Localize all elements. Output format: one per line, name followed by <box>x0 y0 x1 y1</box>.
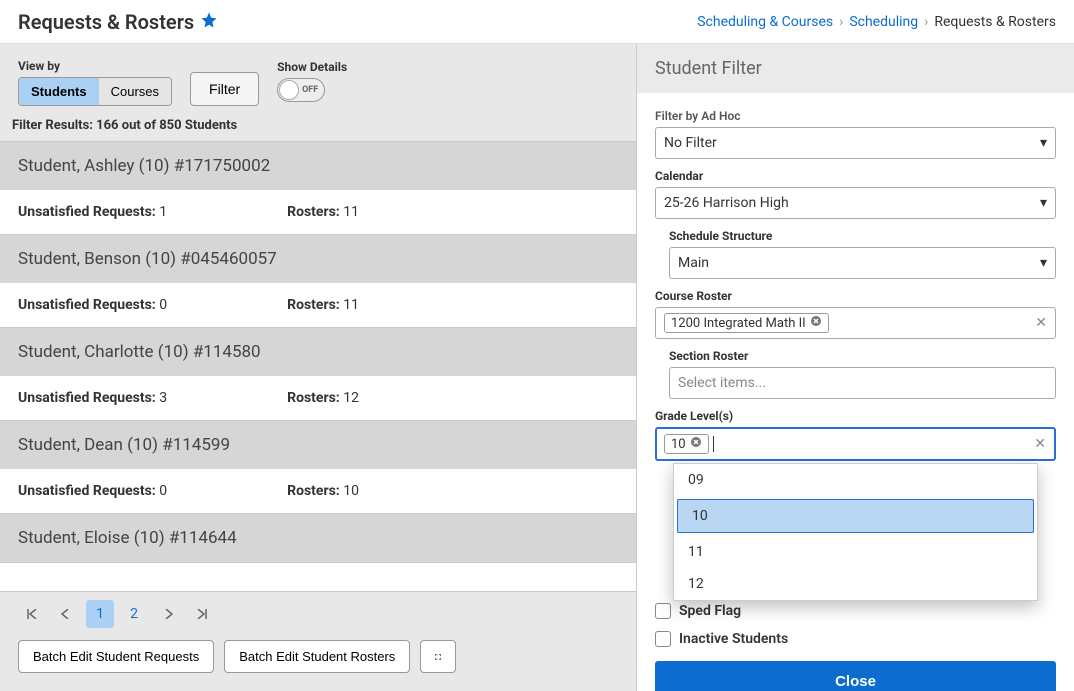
adhoc-value: No Filter <box>664 135 717 151</box>
rosters-value: 12 <box>343 390 359 406</box>
chip-label: 10 <box>671 437 686 452</box>
student-list: Student, Ashley (10) #171750002 Unsatisf… <box>0 141 636 591</box>
breadcrumb: Scheduling & Courses › Scheduling › Requ… <box>697 14 1056 30</box>
batch-edit-requests-button[interactable]: Batch Edit Student Requests <box>18 640 214 673</box>
student-row[interactable]: Student, Eloise (10) #114644 <box>0 514 636 563</box>
grade-level-label: Grade Level(s) <box>655 409 1056 423</box>
breadcrumb-link-scheduling-courses[interactable]: Scheduling & Courses <box>697 14 833 30</box>
close-button[interactable]: Close <box>655 661 1056 691</box>
rosters-value: 11 <box>343 297 359 313</box>
grade-level-chip: 10 <box>664 434 709 454</box>
chip-remove-icon[interactable] <box>690 436 702 452</box>
pager-page-2[interactable]: 2 <box>120 600 148 628</box>
course-roster-chip: 1200 Integrated Math II <box>664 313 829 333</box>
course-roster-label: Course Roster <box>655 289 1056 303</box>
viewby-courses-button[interactable]: Courses <box>99 78 171 105</box>
course-roster-combo[interactable]: 1200 Integrated Math II ✕ <box>655 307 1056 339</box>
rosters-value: 11 <box>343 204 359 220</box>
left-panel: View by Students Courses . Filter Show D… <box>0 44 636 691</box>
rosters-label: Rosters: <box>287 483 340 499</box>
pager-next-button[interactable] <box>154 600 182 628</box>
rosters-label: Rosters: <box>287 204 340 220</box>
section-roster-placeholder: Select items... <box>678 375 766 391</box>
rosters-label: Rosters: <box>287 297 340 313</box>
adhoc-label: Filter by Ad Hoc <box>655 109 1056 123</box>
rosters-label: Rosters: <box>287 390 340 406</box>
filter-button[interactable]: Filter <box>190 72 259 106</box>
inactive-students-label: Inactive Students <box>679 631 788 647</box>
unsatisfied-label: Unsatisfied Requests: <box>18 483 156 499</box>
grade-option-09[interactable]: 09 <box>674 464 1037 496</box>
chevron-down-icon: ▾ <box>1040 135 1047 151</box>
student-name: Student, Benson (10) #045460057 <box>0 235 636 283</box>
page-title: Requests & Rosters <box>18 10 194 34</box>
chip-remove-icon[interactable] <box>810 315 822 331</box>
text-cursor <box>713 436 714 452</box>
grade-option-11[interactable]: 11 <box>674 536 1037 568</box>
schedule-structure-select[interactable]: Main ▾ <box>669 247 1056 279</box>
pager-last-button[interactable] <box>188 600 216 628</box>
fullscreen-button[interactable] <box>420 640 456 673</box>
section-roster-label: Section Roster <box>669 349 1056 363</box>
viewby-students-button[interactable]: Students <box>19 78 99 105</box>
calendar-label: Calendar <box>655 169 1056 183</box>
chevron-down-icon: ▾ <box>1040 255 1047 271</box>
calendar-select[interactable]: 25-26 Harrison High ▾ <box>655 187 1056 219</box>
schedule-structure-label: Schedule Structure <box>669 229 1056 243</box>
grade-option-12[interactable]: 12 <box>674 568 1037 600</box>
breadcrumb-link-scheduling[interactable]: Scheduling <box>849 14 918 30</box>
clear-icon[interactable]: ✕ <box>1034 436 1046 452</box>
unsatisfied-value: 1 <box>159 204 167 220</box>
unsatisfied-label: Unsatisfied Requests: <box>18 390 156 406</box>
pager-prev-button[interactable] <box>52 600 80 628</box>
pager: 1 2 <box>18 600 618 628</box>
pager-first-button[interactable] <box>18 600 46 628</box>
grade-level-combo[interactable]: 10 ✕ <box>655 427 1056 461</box>
chip-label: 1200 Integrated Math II <box>671 316 806 331</box>
unsatisfied-label: Unsatisfied Requests: <box>18 204 156 220</box>
viewby-label: View by <box>18 59 172 73</box>
unsatisfied-value: 0 <box>159 297 167 313</box>
grade-level-dropdown: 09 10 11 12 <box>673 463 1038 601</box>
student-name: Student, Eloise (10) #114644 <box>0 514 636 562</box>
student-row[interactable]: Student, Ashley (10) #171750002 Unsatisf… <box>0 142 636 235</box>
show-details-toggle[interactable]: OFF <box>277 78 325 102</box>
unsatisfied-value: 3 <box>159 390 167 406</box>
pager-page-1[interactable]: 1 <box>86 600 114 628</box>
panel-title: Student Filter <box>637 44 1074 93</box>
rosters-value: 10 <box>343 483 359 499</box>
schedule-structure-value: Main <box>678 255 709 271</box>
grade-option-10[interactable]: 10 <box>677 499 1034 533</box>
adhoc-select[interactable]: No Filter ▾ <box>655 127 1056 159</box>
show-details-label: Show Details <box>277 60 347 74</box>
sped-flag-checkbox[interactable] <box>655 603 671 619</box>
student-name: Student, Charlotte (10) #114580 <box>0 328 636 376</box>
clear-icon[interactable]: ✕ <box>1035 315 1047 331</box>
toggle-off-text: OFF <box>302 85 318 95</box>
student-row[interactable]: Student, Benson (10) #045460057 Unsatisf… <box>0 235 636 328</box>
sped-flag-label: Sped Flag <box>679 603 741 619</box>
section-roster-combo[interactable]: Select items... <box>669 367 1056 399</box>
page-header: Requests & Rosters Scheduling & Courses … <box>0 0 1074 44</box>
unsatisfied-label: Unsatisfied Requests: <box>18 297 156 313</box>
student-row[interactable]: Student, Dean (10) #114599 Unsatisfied R… <box>0 421 636 514</box>
inactive-students-checkbox[interactable] <box>655 631 671 647</box>
student-row[interactable]: Student, Charlotte (10) #114580 Unsatisf… <box>0 328 636 421</box>
chevron-right-icon: › <box>839 14 843 30</box>
calendar-value: 25-26 Harrison High <box>664 195 789 211</box>
batch-edit-rosters-button[interactable]: Batch Edit Student Rosters <box>224 640 410 673</box>
chevron-right-icon: › <box>924 14 928 30</box>
viewby-segmented: Students Courses <box>18 77 172 106</box>
unsatisfied-value: 0 <box>159 483 167 499</box>
filter-results-text: Filter Results: 166 out of 850 Students <box>0 112 636 141</box>
student-name: Student, Ashley (10) #171750002 <box>0 142 636 190</box>
favorite-star-icon[interactable] <box>200 11 218 33</box>
student-name: Student, Dean (10) #114599 <box>0 421 636 469</box>
student-filter-panel: Student Filter Filter by Ad Hoc No Filte… <box>636 44 1074 691</box>
chevron-down-icon: ▾ <box>1040 195 1047 211</box>
breadcrumb-current: Requests & Rosters <box>934 14 1056 30</box>
